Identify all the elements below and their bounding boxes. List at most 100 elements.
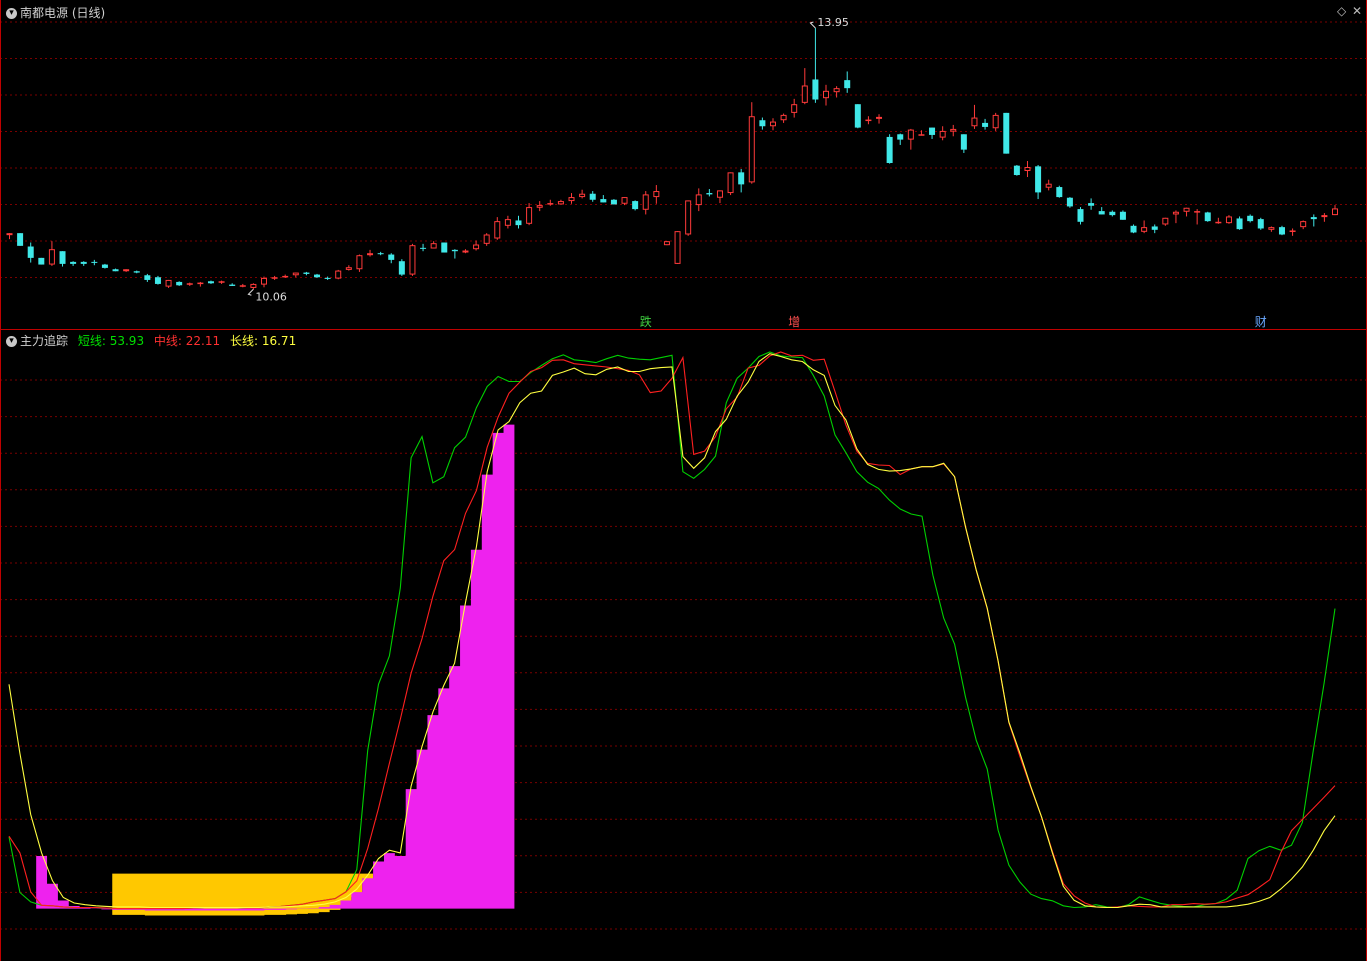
candlestick-chart: 13.95 10.06 跌 增 财	[0, 0, 1367, 330]
candle-body	[695, 194, 702, 206]
candle	[1321, 213, 1328, 222]
candle-body	[939, 130, 946, 138]
candle-body	[621, 197, 628, 204]
candle-body	[1119, 211, 1126, 220]
candle	[982, 118, 989, 130]
candle	[17, 233, 24, 246]
chevron-down-icon[interactable]: ▾	[6, 8, 17, 19]
candle-body	[441, 242, 448, 253]
legend-mid: 中线: 22.11	[153, 334, 221, 348]
candle-body	[48, 249, 55, 265]
indicator-title: 主力追踪	[20, 334, 69, 348]
candle-body	[1056, 187, 1063, 198]
candle-body	[186, 283, 193, 285]
candle-body	[727, 172, 734, 194]
candle-body	[992, 114, 999, 129]
candle	[1332, 205, 1338, 216]
legend-long: 长线: 16.71	[229, 334, 297, 348]
candle	[748, 102, 755, 184]
candle-body	[1045, 183, 1052, 188]
candle	[292, 272, 299, 278]
candle	[1268, 226, 1275, 232]
candle	[526, 203, 533, 226]
candle	[706, 189, 713, 197]
candle-body	[356, 255, 363, 270]
candle-body	[504, 219, 511, 226]
candle	[197, 281, 204, 287]
candle	[1225, 215, 1232, 224]
price-panel: 13.95 10.06 跌 增 财 ▾ 南都电源 (日线) ◇ ✕	[0, 0, 1367, 330]
candle	[504, 215, 511, 229]
candle-body	[653, 191, 660, 198]
candle-body	[1236, 218, 1243, 230]
candle-body	[579, 193, 586, 198]
short-line	[8, 351, 1336, 910]
candle	[473, 240, 480, 251]
candle-body	[154, 277, 161, 284]
candle-body	[1247, 215, 1254, 222]
candle-body	[706, 193, 713, 195]
candle	[663, 241, 670, 246]
candle-body	[960, 134, 967, 150]
price-panel-title: 南都电源 (日线)	[20, 6, 106, 20]
candle-body	[589, 193, 596, 200]
candle-body	[812, 79, 819, 100]
candle	[759, 117, 766, 130]
candle-body	[1321, 215, 1328, 218]
candle-body	[239, 285, 246, 287]
candle-body	[600, 199, 607, 203]
candle-body	[526, 207, 533, 224]
candle-body	[1024, 167, 1031, 172]
event-marker: 增	[788, 315, 800, 329]
candle-body	[759, 120, 766, 127]
candle	[568, 193, 575, 204]
candle	[229, 283, 236, 286]
candle-body	[833, 88, 840, 93]
candle	[653, 185, 660, 204]
chevron-down-icon[interactable]: ▾	[6, 336, 17, 347]
candle-body	[1194, 211, 1201, 213]
candle	[1045, 179, 1052, 191]
candle	[918, 130, 925, 136]
candle	[610, 199, 617, 205]
candle-body	[791, 104, 798, 113]
candle-body	[1257, 219, 1264, 229]
candle-body	[918, 134, 925, 136]
diamond-icon[interactable]: ◇	[1337, 4, 1346, 18]
candle-body	[1172, 211, 1179, 215]
candle	[80, 261, 87, 266]
candle	[59, 251, 66, 267]
indicator-chart	[0, 330, 1367, 961]
candle	[992, 112, 999, 131]
candle-body	[282, 275, 289, 278]
candle	[1130, 224, 1137, 234]
candle	[1215, 217, 1222, 224]
candle	[844, 71, 851, 93]
candle-body	[1013, 165, 1020, 176]
candle-body	[70, 261, 77, 264]
candle-body	[844, 80, 851, 89]
candle	[547, 199, 554, 206]
candle-body	[473, 244, 480, 250]
candle	[1013, 165, 1020, 176]
candle	[1257, 217, 1264, 230]
candle	[1024, 160, 1031, 178]
candle-body	[38, 257, 45, 265]
candle-body	[1268, 227, 1275, 230]
candle-body	[197, 282, 204, 285]
candle-body	[642, 194, 649, 210]
candle	[1278, 225, 1285, 236]
candle-body	[557, 201, 564, 205]
candle	[632, 200, 639, 211]
candle-body	[950, 128, 957, 132]
candle-body	[17, 233, 24, 246]
candle	[451, 249, 458, 259]
candle	[557, 199, 564, 205]
candle-body	[1332, 208, 1338, 216]
candle	[176, 281, 183, 286]
candle	[1204, 211, 1211, 222]
candle-body	[101, 264, 108, 268]
candle-body	[685, 200, 692, 235]
candle-body	[314, 274, 321, 278]
close-icon[interactable]: ✕	[1352, 4, 1362, 18]
